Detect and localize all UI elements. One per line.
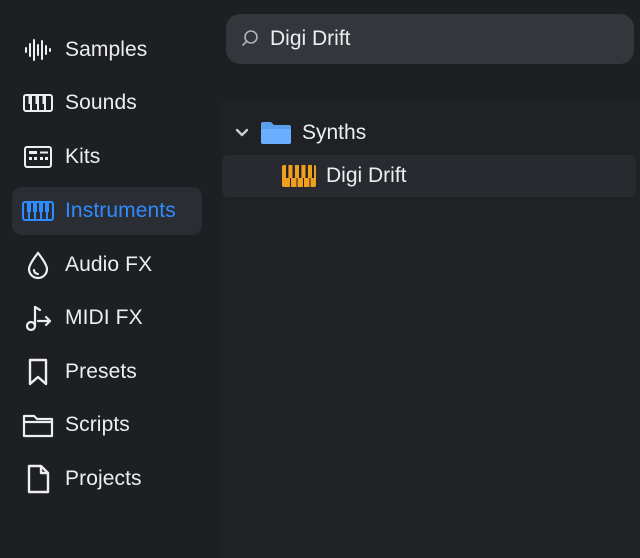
sidebar-item-instruments[interactable]: Instruments xyxy=(12,187,202,235)
tree-item-label: Digi Drift xyxy=(326,164,407,187)
document-icon xyxy=(22,463,54,495)
sidebar-item-midi-fx[interactable]: MIDI FX xyxy=(12,294,202,342)
bookmark-icon xyxy=(22,356,54,388)
folder-icon xyxy=(261,122,291,144)
sidebar: Samples Sounds Kits Instruments Audio FX… xyxy=(0,0,216,558)
tree-item-digi-drift[interactable]: Digi Drift xyxy=(222,155,636,197)
sidebar-item-label: Kits xyxy=(65,145,101,168)
sidebar-item-projects[interactable]: Projects xyxy=(12,455,202,503)
sidebar-item-sounds[interactable]: Sounds xyxy=(12,79,202,127)
tree-folder-label: Synths xyxy=(302,121,367,144)
midi-note-arrow-icon xyxy=(22,302,54,334)
keyboard-icon xyxy=(22,87,54,119)
sidebar-item-samples[interactable]: Samples xyxy=(12,26,202,74)
sidebar-item-label: MIDI FX xyxy=(65,306,143,329)
search-icon xyxy=(242,30,258,46)
search-bar[interactable] xyxy=(226,14,634,64)
sidebar-item-kits[interactable]: Kits xyxy=(12,133,202,181)
sidebar-item-presets[interactable]: Presets xyxy=(12,348,202,396)
sidebar-item-audio-fx[interactable]: Audio FX xyxy=(12,241,202,289)
sidebar-item-label: Samples xyxy=(65,38,148,61)
sidebar-item-label: Presets xyxy=(65,360,137,383)
search-input[interactable] xyxy=(270,27,610,51)
sidebar-item-label: Audio FX xyxy=(65,253,153,276)
folder-icon xyxy=(22,409,54,441)
chevron-down-icon[interactable] xyxy=(234,125,250,141)
waveform-icon xyxy=(22,34,54,66)
sidebar-item-label: Sounds xyxy=(65,91,137,114)
sidebar-item-scripts[interactable]: Scripts xyxy=(12,401,202,449)
piano-icon xyxy=(282,165,316,187)
tree-folder-synths[interactable]: Synths xyxy=(222,112,636,154)
sidebar-item-label: Instruments xyxy=(65,199,176,222)
sidebar-item-label: Projects xyxy=(65,467,142,490)
droplet-icon xyxy=(22,249,54,281)
sidebar-item-label: Scripts xyxy=(65,413,130,436)
piano-icon xyxy=(22,195,54,227)
drum-machine-icon xyxy=(22,141,54,173)
